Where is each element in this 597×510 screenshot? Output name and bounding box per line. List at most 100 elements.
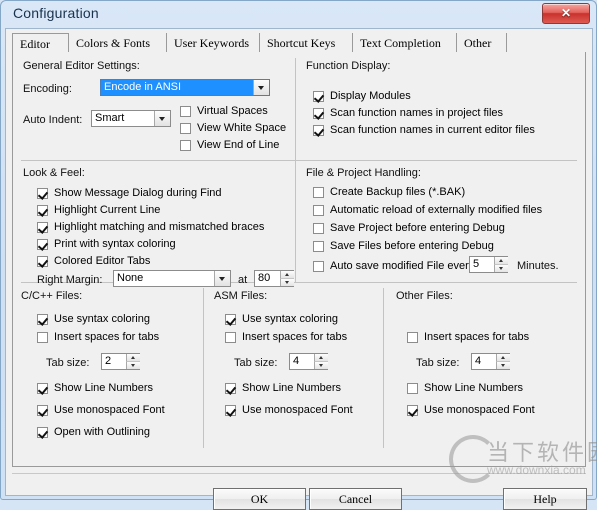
checkbox-box [37, 239, 48, 250]
tab-user-keywords[interactable]: User Keywords [167, 33, 260, 53]
encoding-label: Encoding: [23, 83, 72, 95]
cpp-tab-size-label: Tab size: [46, 357, 90, 369]
title-bar: Configuration ✕ [1, 1, 596, 27]
dialog-client-area: Editor Colors & Fonts User Keywords Shor… [5, 28, 593, 510]
checkbox-box [37, 405, 48, 416]
checkbox-label: Insert spaces for tabs [424, 331, 530, 343]
checkbox-label: Highlight matching and mismatched braces [54, 221, 265, 233]
encoding-value: Encode in ANSI [104, 81, 182, 93]
checkbox-label: Colored Editor Tabs [54, 255, 151, 267]
other-tab-size-value: 4 [475, 355, 482, 367]
help-button[interactable]: Help [503, 488, 587, 510]
stepper-up-icon[interactable] [314, 354, 328, 362]
cpp-tab-size-value: 2 [105, 355, 112, 367]
auto-indent-value: Smart [95, 112, 125, 124]
checkbox-box [37, 332, 48, 343]
at-label: at [238, 274, 248, 286]
stepper-down-icon[interactable] [126, 362, 140, 369]
configuration-dialog: Configuration ✕ Editor Colors & Fonts Us… [0, 0, 597, 510]
checkbox-label: Use monospaced Font [424, 404, 535, 416]
general-editor-settings-label: General Editor Settings: [23, 60, 140, 72]
checkbox-box [37, 205, 48, 216]
cpp-tab-size-stepper[interactable]: 2 [101, 353, 140, 370]
checkbox-label: Auto save modified File every [330, 260, 475, 272]
checkbox-label: Save Files before entering Debug [330, 240, 494, 252]
divider-top [21, 160, 577, 161]
checkbox-box [225, 405, 236, 416]
checkbox-label: View End of Line [197, 139, 280, 151]
checkbox-box [37, 188, 48, 199]
checkbox-box [313, 91, 324, 102]
checkbox-label: View White Space [197, 122, 287, 134]
other-files-label: Other Files: [396, 290, 453, 302]
checkbox-label: Insert spaces for tabs [242, 331, 348, 343]
checkbox-box [180, 106, 191, 117]
asm-tab-size-stepper[interactable]: 4 [289, 353, 328, 370]
tab-editor[interactable]: Editor [12, 33, 69, 53]
tab-shortcut-keys[interactable]: Shortcut Keys [260, 33, 353, 53]
checkbox-label: Use monospaced Font [242, 404, 353, 416]
stepper-buttons[interactable] [314, 354, 328, 369]
checkbox-label: Display Modules [330, 90, 411, 102]
stepper-down-icon[interactable] [496, 362, 510, 369]
stepper-down-icon[interactable] [314, 362, 328, 369]
checkbox-box [313, 125, 324, 136]
checkbox-label: Print with syntax coloring [54, 238, 176, 250]
checkbox-label: Open with Outlining [54, 426, 150, 438]
checkbox-label: Show Line Numbers [242, 382, 342, 394]
checkbox-box [407, 405, 418, 416]
encoding-combobox[interactable]: Encode in ANSI [100, 79, 270, 96]
checkbox-box [37, 427, 48, 438]
checkbox-box [37, 256, 48, 267]
checkbox-label: Insert spaces for tabs [54, 331, 160, 343]
chevron-down-icon[interactable] [154, 111, 170, 126]
checkbox-label: Scan function names in current editor fi… [330, 124, 535, 136]
checkbox-box [407, 332, 418, 343]
stepper-down-icon[interactable] [494, 265, 508, 272]
chevron-down-icon[interactable] [253, 80, 269, 95]
other-tab-size-label: Tab size: [416, 357, 460, 369]
other-tab-size-stepper[interactable]: 4 [471, 353, 510, 370]
checkbox-box [313, 108, 324, 119]
tab-text-completion[interactable]: Text Completion [353, 33, 457, 53]
stepper-buttons[interactable] [126, 354, 140, 369]
chevron-down-icon[interactable] [214, 271, 230, 286]
right-margin-column-stepper[interactable]: 80 [254, 270, 294, 287]
checkbox-box [313, 261, 324, 272]
stepper-up-icon[interactable] [496, 354, 510, 362]
checkbox-label: Save Project before entering Debug [330, 222, 505, 234]
right-margin-combobox[interactable]: None [113, 270, 231, 287]
look-and-feel-label: Look & Feel: [23, 167, 85, 179]
auto-indent-combobox[interactable]: Smart [91, 110, 171, 127]
divider-vertical-asm-other [383, 288, 384, 448]
checkbox-box [225, 314, 236, 325]
ok-button[interactable]: OK [213, 488, 306, 510]
checkbox-box [313, 187, 324, 198]
stepper-down-icon[interactable] [280, 279, 294, 286]
checkbox-label: Scan function names in project files [330, 107, 504, 119]
checkbox-box [313, 223, 324, 234]
stepper-up-icon[interactable] [126, 354, 140, 362]
stepper-buttons[interactable] [496, 354, 510, 369]
checkbox-label: Show Line Numbers [424, 382, 524, 394]
stepper-buttons[interactable] [280, 271, 294, 286]
checkbox-box [180, 123, 191, 134]
footer-divider [12, 473, 586, 474]
tab-other[interactable]: Other [457, 33, 507, 53]
cpp-files-label: C/C++ Files: [21, 290, 83, 302]
tab-colors-fonts[interactable]: Colors & Fonts [69, 33, 167, 53]
divider-vertical-cpp-asm [203, 288, 204, 448]
checkbox-label: Use syntax coloring [242, 313, 338, 325]
cancel-button[interactable]: Cancel [309, 488, 402, 510]
stepper-up-icon[interactable] [494, 257, 508, 265]
checkbox-label: Highlight Current Line [54, 204, 161, 216]
asm-tab-size-value: 4 [293, 355, 300, 367]
right-margin-label: Right Margin: [37, 274, 103, 286]
auto-save-minutes-stepper[interactable]: 5 [469, 256, 508, 273]
stepper-up-icon[interactable] [280, 271, 294, 279]
minutes-label: Minutes. [517, 260, 559, 272]
auto-indent-label: Auto Indent: [23, 114, 83, 126]
checkbox-box [313, 205, 324, 216]
close-button[interactable]: ✕ [542, 3, 590, 24]
stepper-buttons[interactable] [494, 257, 508, 272]
